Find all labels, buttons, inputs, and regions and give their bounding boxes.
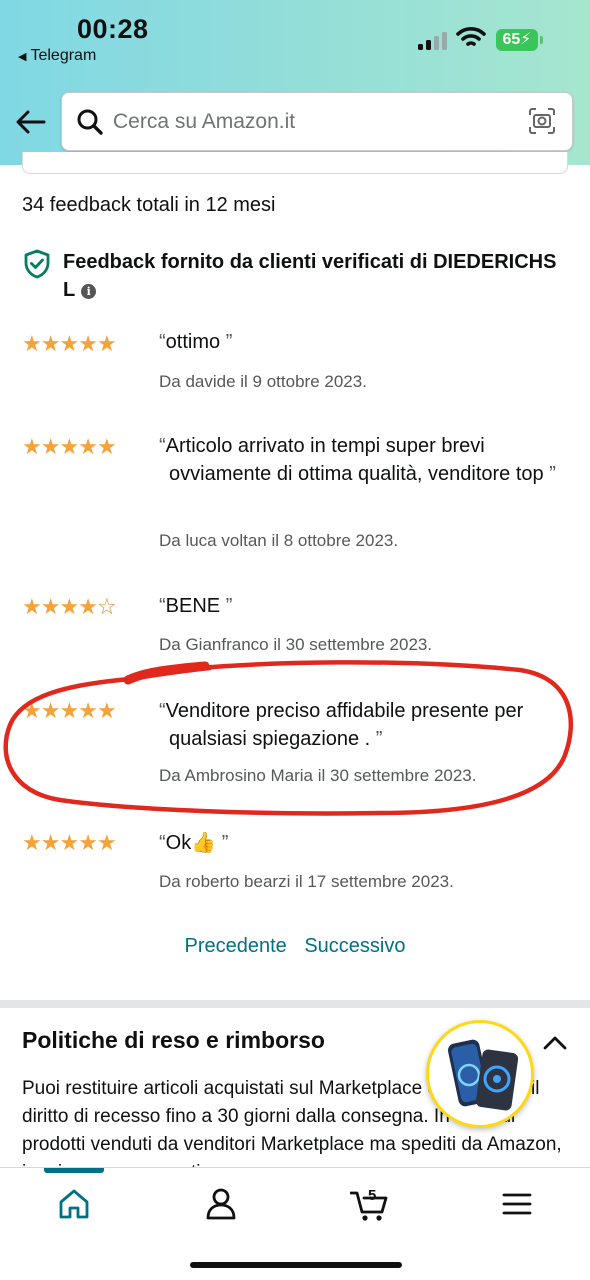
back-to-app-link[interactable]: ◀ Telegram (18, 47, 96, 65)
star-filled-icon: ★ (40, 434, 61, 459)
star-filled-icon: ★ (96, 434, 117, 459)
verified-heading-text: Feedback fornito da clienti verificati d… (63, 251, 557, 301)
star-filled-icon: ★ (59, 698, 79, 723)
review-text: “ottimo ” (159, 328, 559, 356)
home-indicator-bar (190, 1262, 402, 1268)
review-text: “BENE ” (159, 592, 559, 620)
search-placeholder: Cerca su Amazon.it (113, 110, 296, 133)
verified-shield-icon (24, 249, 50, 279)
star-filled-icon: ★ (40, 830, 61, 855)
review-body: Venditore preciso affidabile presente pe… (165, 700, 524, 750)
next-page-link[interactable]: Successivo (304, 935, 405, 957)
star-filled-icon: ★ (40, 594, 61, 619)
star-rating: ★★★★★ (22, 331, 117, 356)
verified-customers-heading: Feedback fornito da clienti verificati d… (63, 248, 573, 304)
star-filled-icon: ★ (22, 331, 42, 356)
star-filled-icon: ★ (78, 331, 98, 356)
review-author-date: Da roberto bearzi il 17 settembre 2023. (159, 872, 454, 891)
battery-icon: 65⚡ (496, 29, 543, 51)
star-filled-icon: ★ (78, 434, 98, 459)
review-text: “Articolo arrivato in tempi super brevi … (159, 432, 559, 488)
back-triangle-icon: ◀ (18, 51, 27, 63)
star-rating: ★★★★★ (22, 698, 117, 723)
feedback-total: 34 feedback totali in 12 mesi (22, 194, 276, 216)
star-filled-icon: ★ (78, 594, 98, 619)
cart-count: 5 (368, 1187, 376, 1204)
back-app-label: Telegram (30, 47, 97, 64)
review-author-date: Da Ambrosino Maria il 30 settembre 2023. (159, 766, 477, 785)
close-quote: ” (220, 331, 233, 353)
close-quote: ” (216, 832, 229, 854)
star-filled-icon: ★ (59, 331, 79, 356)
open-quote: “ (159, 331, 166, 353)
star-filled-icon: ★ (59, 830, 79, 855)
back-arrow-icon[interactable] (14, 107, 48, 137)
star-rating: ★★★★★ (22, 830, 117, 855)
close-quote: ” (370, 728, 383, 750)
section-divider (0, 1000, 590, 1008)
menu-icon[interactable] (499, 1186, 535, 1222)
cart-icon[interactable]: 5 (350, 1186, 390, 1222)
card-bottom-edge (22, 152, 568, 174)
review-body: Articolo arrivato in tempi super brevi o… (165, 435, 544, 485)
camera-scan-icon[interactable] (528, 107, 556, 135)
star-filled-icon: ★ (22, 434, 42, 459)
open-quote: “ (159, 832, 166, 854)
pagination: Precedente Successivo (0, 935, 590, 958)
open-quote: “ (159, 700, 166, 722)
review-body: BENE (165, 595, 221, 617)
cellular-signal-icon (418, 30, 450, 50)
policy-title: Politiche di reso e rimborso (22, 1027, 325, 1053)
wifi-icon (456, 27, 486, 46)
header: 00:28 ◀ Telegram 65⚡ Cerca su Amazon.it (0, 0, 590, 165)
review-author-date: Da luca voltan il 8 ottobre 2023. (159, 531, 399, 550)
star-filled-icon: ★ (96, 698, 117, 723)
product-promo-bubble[interactable] (426, 1020, 534, 1128)
star-filled-icon: ★ (59, 594, 79, 619)
star-empty-icon: ☆ (96, 594, 117, 619)
star-filled-icon: ★ (96, 331, 117, 356)
open-quote: “ (159, 595, 166, 617)
review-text: “Venditore preciso affidabile presente p… (159, 697, 559, 753)
active-tab-indicator (44, 1168, 104, 1173)
close-quote: ” (220, 595, 233, 617)
star-filled-icon: ★ (59, 434, 79, 459)
account-icon[interactable] (203, 1186, 239, 1222)
review-text: “Ok👍 ” (159, 829, 559, 857)
star-filled-icon: ★ (96, 830, 117, 855)
star-filled-icon: ★ (40, 698, 61, 723)
star-rating: ★★★★☆ (22, 594, 117, 619)
star-filled-icon: ★ (78, 830, 98, 855)
info-icon[interactable]: i (81, 284, 97, 299)
star-filled-icon: ★ (22, 830, 42, 855)
star-filled-icon: ★ (22, 698, 42, 723)
review-body: Ok👍 (165, 832, 217, 854)
search-icon (77, 109, 103, 135)
review-body: ottimo (165, 331, 221, 353)
star-filled-icon: ★ (40, 331, 61, 356)
star-filled-icon: ★ (22, 594, 42, 619)
home-icon[interactable] (56, 1186, 92, 1222)
open-quote: “ (159, 435, 166, 457)
star-filled-icon: ★ (78, 698, 98, 723)
review-author-date: Da Gianfranco il 30 settembre 2023. (159, 635, 433, 654)
review-author-date: Da davide il 9 ottobre 2023. (159, 372, 367, 391)
battery-level: 65 (502, 31, 521, 48)
search-input[interactable]: Cerca su Amazon.it (61, 92, 573, 151)
star-rating: ★★★★★ (22, 434, 117, 459)
close-quote: ” (543, 463, 556, 485)
chevron-up-icon[interactable] (541, 1032, 569, 1052)
status-time: 00:28 (77, 14, 149, 44)
previous-page-link[interactable]: Precedente (184, 935, 286, 957)
